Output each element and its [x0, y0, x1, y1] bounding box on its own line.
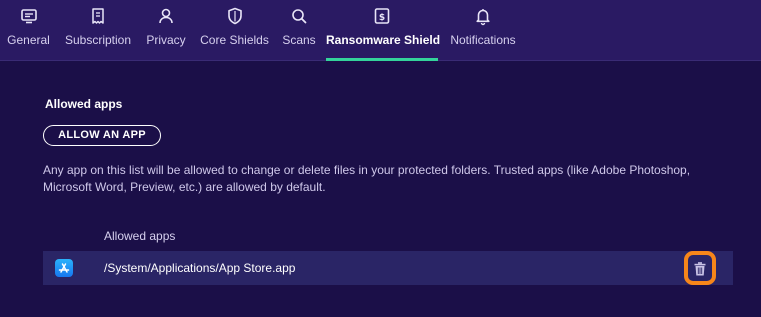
tab-notifications[interactable]: Notifications [447, 0, 519, 61]
bell-icon [473, 6, 493, 26]
tab-core-shields[interactable]: Core Shields [197, 0, 272, 61]
tab-label: General [7, 33, 50, 47]
tab-ransomware-shield[interactable]: $ Ransomware Shield [326, 0, 441, 61]
shield-icon [225, 6, 245, 26]
tab-label: Core Shields [200, 33, 269, 47]
trash-icon [694, 262, 706, 276]
tab-privacy[interactable]: Privacy [143, 0, 189, 61]
tab-label: Privacy [146, 33, 186, 47]
tab-scans[interactable]: Scans [279, 0, 319, 61]
allow-an-app-button[interactable]: ALLOW AN APP [43, 125, 161, 146]
app-path: /System/Applications/App Store.app [104, 261, 296, 275]
tab-general[interactable]: General [0, 0, 57, 61]
monitor-icon [19, 6, 39, 26]
settings-tab-bar: General Subscription Privacy Core Shield… [0, 0, 761, 61]
svg-text:$: $ [379, 13, 385, 23]
allowed-app-row[interactable]: /System/Applications/App Store.app [43, 251, 733, 285]
receipt-icon [88, 6, 108, 26]
person-icon [156, 6, 176, 26]
tab-label: Scans [282, 33, 316, 47]
tab-label: Ransomware Shield [326, 33, 441, 47]
tab-label: Notifications [450, 33, 516, 47]
description-text: Any app on this list will be allowed to … [43, 163, 691, 194]
app-store-icon [55, 259, 73, 277]
tab-label: Subscription [64, 33, 132, 47]
section-title: Allowed apps [45, 97, 123, 111]
tab-subscription[interactable]: Subscription [60, 0, 136, 61]
ransomware-shield-icon: $ [372, 6, 392, 26]
delete-app-button[interactable] [684, 251, 716, 285]
scan-search-icon [289, 6, 309, 26]
allowed-apps-column-header: Allowed apps [104, 229, 176, 243]
active-tab-indicator [326, 58, 438, 61]
